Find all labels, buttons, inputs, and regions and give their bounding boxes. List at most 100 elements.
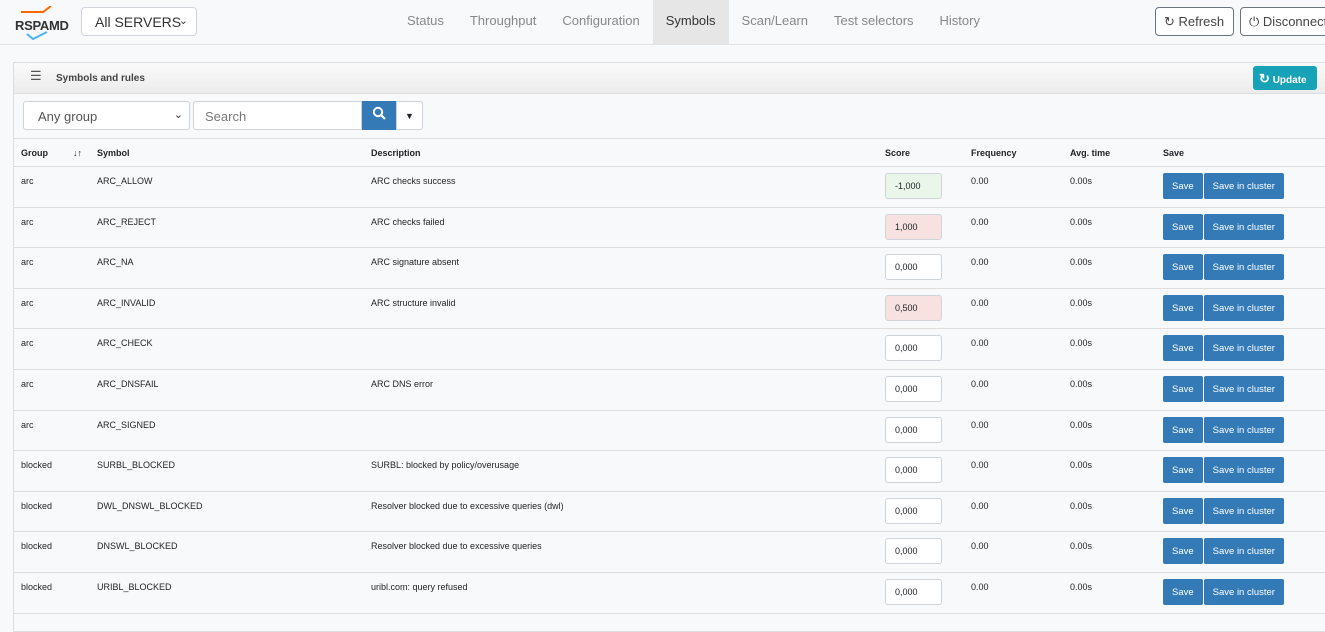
col-avg-time[interactable]: Avg. time — [1063, 138, 1156, 167]
cell-frequency: 0.00 — [964, 166, 1063, 208]
save-in-cluster-button[interactable]: Save in cluster — [1203, 416, 1284, 443]
disconnect-button[interactable]: ⏻ Disconnect — [1240, 7, 1325, 36]
update-button[interactable]: ↻ Update — [1253, 66, 1317, 90]
search-options-dropdown[interactable]: ▼ — [396, 101, 423, 130]
cell-symbol: ARC_NA — [90, 247, 364, 289]
score-input[interactable]: 0,000 — [885, 335, 942, 362]
cell-symbol: ARC_DNSFAIL — [90, 369, 364, 411]
cell-frequency: 0.00 — [964, 369, 1063, 411]
sort-icon[interactable]: ↓↑ — [66, 138, 90, 167]
rspamd-logo[interactable]: RSPAMD — [13, 6, 69, 40]
cell-description: ARC signature absent — [364, 247, 878, 289]
save-button[interactable]: Save — [1163, 213, 1203, 240]
caret-down-icon: ▼ — [405, 111, 414, 121]
table-row: arc ARC_CHECK 0,000 0.00 0.00s Save Save … — [14, 328, 1325, 370]
navbar: RSPAMD All SERVERS ⌄ Status Throughput Conf… — [0, 0, 1325, 45]
col-save: Save — [1156, 138, 1325, 167]
score-input[interactable]: 0,000 — [885, 538, 942, 565]
save-in-cluster-button[interactable]: Save in cluster — [1203, 213, 1284, 240]
cell-symbol: ARC_CHECK — [90, 328, 364, 370]
tab-test-selectors[interactable]: Test selectors — [821, 0, 926, 44]
score-input[interactable]: 0,000 — [885, 578, 942, 605]
score-input[interactable]: 1,000 — [885, 213, 942, 240]
chevron-down-icon: ⌄ — [178, 15, 188, 27]
save-in-cluster-button[interactable]: Save in cluster — [1203, 254, 1284, 281]
save-in-cluster-button[interactable]: Save in cluster — [1203, 578, 1284, 605]
table-row: arc ARC_ALLOW ARC checks success -1,000 … — [14, 166, 1325, 208]
tab-configuration[interactable]: Configuration — [549, 0, 652, 44]
save-in-cluster-button[interactable]: Save in cluster — [1203, 457, 1284, 484]
save-button[interactable]: Save — [1163, 173, 1203, 199]
save-button[interactable]: Save — [1163, 335, 1203, 362]
checklist-icon: ☰ — [30, 68, 42, 83]
save-in-cluster-button[interactable]: Save in cluster — [1203, 375, 1284, 402]
cell-symbol: DNSWL_BLOCKED — [90, 531, 364, 573]
tab-status[interactable]: Status — [394, 0, 457, 44]
cell-group: arc — [14, 166, 90, 208]
server-select-value: All SERVERS — [95, 14, 182, 30]
score-input[interactable]: 0,000 — [885, 254, 942, 281]
table-row: blocked SURBL_BLOCKED SURBL: blocked by … — [14, 450, 1325, 492]
cell-description — [364, 410, 878, 452]
save-button[interactable]: Save — [1163, 538, 1203, 565]
chevron-down-icon: ⌄ — [173, 109, 183, 121]
col-description[interactable]: Description — [364, 138, 878, 167]
save-in-cluster-button[interactable]: Save in cluster — [1203, 497, 1284, 524]
tab-scan-learn[interactable]: Scan/Learn — [729, 0, 822, 44]
save-button[interactable]: Save — [1163, 457, 1203, 484]
cell-frequency: 0.00 — [964, 328, 1063, 370]
save-button[interactable]: Save — [1163, 254, 1203, 281]
save-button[interactable]: Save — [1163, 416, 1203, 443]
cell-score: 0,000 — [878, 531, 964, 573]
cell-frequency: 0.00 — [964, 207, 1063, 249]
cell-frequency: 0.00 — [964, 247, 1063, 289]
cell-avg-time: 0.00s — [1063, 369, 1156, 411]
save-button[interactable]: Save — [1163, 375, 1203, 402]
cell-group: arc — [14, 328, 90, 370]
cell-save: Save Save in cluster — [1156, 328, 1325, 370]
cell-description: ARC DNS error — [364, 369, 878, 411]
cell-avg-time: 0.00s — [1063, 450, 1156, 492]
cell-avg-time: 0.00s — [1063, 166, 1156, 208]
col-group[interactable]: Group — [14, 138, 66, 167]
tab-history[interactable]: History — [927, 0, 993, 44]
score-input[interactable]: 0,000 — [885, 375, 942, 402]
save-button[interactable]: Save — [1163, 497, 1203, 524]
search-button[interactable] — [362, 101, 396, 130]
save-button[interactable]: Save — [1163, 578, 1203, 605]
save-in-cluster-button[interactable]: Save in cluster — [1203, 294, 1284, 321]
score-input[interactable]: 0,000 — [885, 416, 942, 443]
cell-save: Save Save in cluster — [1156, 247, 1325, 289]
save-button[interactable]: Save — [1163, 294, 1203, 321]
score-input[interactable]: 0,500 — [885, 294, 942, 321]
save-in-cluster-button[interactable]: Save in cluster — [1203, 335, 1284, 362]
cell-frequency: 0.00 — [964, 450, 1063, 492]
cell-symbol: ARC_SIGNED — [90, 410, 364, 452]
col-symbol[interactable]: Symbol — [90, 138, 364, 167]
col-frequency[interactable]: Frequency — [964, 138, 1063, 167]
score-input[interactable]: 0,000 — [885, 497, 942, 524]
tab-throughput[interactable]: Throughput — [457, 0, 550, 44]
card-title: Symbols and rules — [56, 73, 145, 84]
col-score[interactable]: Score — [878, 138, 964, 167]
search-input[interactable]: Search — [193, 101, 362, 130]
tab-symbols[interactable]: Symbols — [652, 0, 729, 44]
update-label: Update — [1272, 75, 1307, 86]
server-select[interactable]: All SERVERS ⌄ — [81, 7, 197, 36]
save-in-cluster-button[interactable]: Save in cluster — [1203, 538, 1284, 565]
cell-description: ARC checks failed — [364, 207, 878, 249]
cell-avg-time: 0.00s — [1063, 410, 1156, 452]
table-row: arc ARC_INVALID ARC structure invalid 0,… — [14, 288, 1325, 330]
score-input[interactable]: -1,000 — [885, 173, 942, 199]
refresh-button[interactable]: ↻ Refresh — [1155, 7, 1234, 36]
save-in-cluster-button[interactable]: Save in cluster — [1203, 173, 1284, 199]
cell-frequency: 0.00 — [964, 288, 1063, 330]
cell-group: blocked — [14, 531, 90, 573]
score-input[interactable]: 0,000 — [885, 457, 942, 484]
cell-group: arc — [14, 369, 90, 411]
table-row: arc ARC_SIGNED 0,000 0.00 0.00s Save Save… — [14, 410, 1325, 452]
group-select-value: Any group — [38, 109, 98, 124]
power-icon: ⏻ — [1249, 14, 1260, 29]
table-row: arc ARC_DNSFAIL ARC DNS error 0,000 0.00… — [14, 369, 1325, 411]
group-select[interactable]: Any group ⌄ — [23, 101, 190, 130]
